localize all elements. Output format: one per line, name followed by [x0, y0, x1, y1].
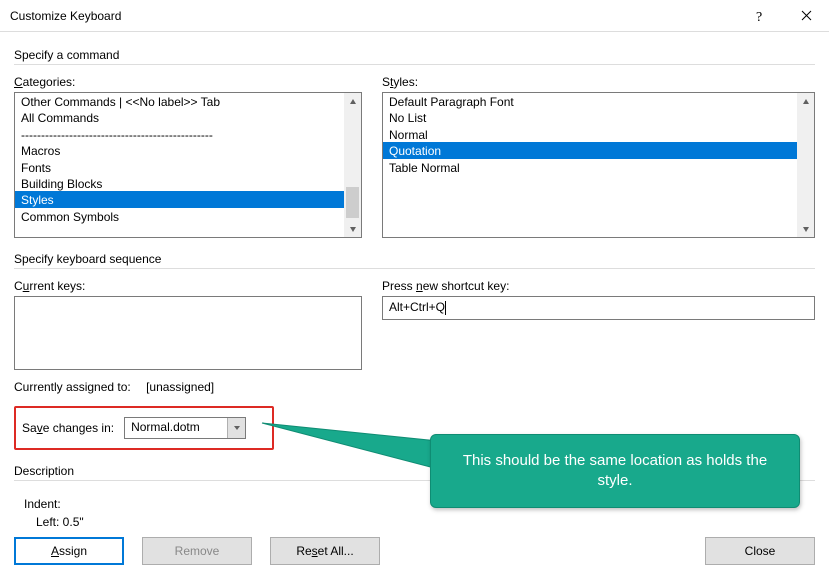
list-item[interactable]: Normal	[383, 126, 797, 142]
combo-arrow[interactable]	[227, 418, 245, 438]
remove-button[interactable]: Remove	[142, 537, 252, 565]
scroll-thumb	[799, 110, 812, 220]
divider	[14, 268, 815, 269]
list-item[interactable]: Styles	[15, 191, 344, 207]
list-item[interactable]: Common Symbols	[15, 208, 344, 224]
scroll-thumb[interactable]	[346, 187, 359, 218]
help-icon: ?	[755, 9, 765, 23]
current-keys-listbox[interactable]	[14, 296, 362, 370]
save-changes-value: Normal.dotm	[125, 418, 227, 438]
callout-arrow	[258, 419, 438, 479]
title-bar: Customize Keyboard ?	[0, 0, 829, 32]
save-changes-label: Save changes in:	[22, 421, 114, 435]
list-item[interactable]: Building Blocks	[15, 175, 344, 191]
reset-all-button[interactable]: Reset All...	[270, 537, 380, 565]
list-item[interactable]: Fonts	[15, 159, 344, 175]
save-changes-combo[interactable]: Normal.dotm	[124, 417, 246, 439]
scroll-down-button[interactable]	[344, 220, 361, 237]
list-item[interactable]: Macros	[15, 142, 344, 158]
text-cursor	[445, 301, 446, 315]
help-button[interactable]: ?	[737, 0, 783, 32]
close-icon	[801, 10, 812, 21]
categories-listbox[interactable]: Other Commands | <<No label>> TabAll Com…	[14, 92, 362, 238]
list-item[interactable]: Table Normal	[383, 159, 797, 175]
currently-assigned-value: [unassigned]	[146, 380, 214, 394]
scroll-up-button[interactable]	[344, 93, 361, 110]
list-item[interactable]: No List	[383, 109, 797, 125]
indent-left-value: Left: 0.5"	[24, 513, 815, 531]
window-title: Customize Keyboard	[10, 9, 737, 23]
list-item[interactable]: Quotation	[383, 142, 797, 158]
styles-listbox[interactable]: Default Paragraph FontNo ListNormalQuota…	[382, 92, 815, 238]
annotation-callout: This should be the same location as hold…	[430, 434, 800, 508]
save-changes-highlight: Save changes in: Normal.dotm	[14, 406, 274, 450]
dialog-button-row: Assign Remove Reset All... Close	[14, 537, 815, 565]
close-window-button[interactable]	[783, 0, 829, 32]
svg-text:?: ?	[756, 10, 762, 23]
divider	[14, 64, 815, 65]
callout-text: This should be the same location as hold…	[447, 451, 783, 491]
scroll-up-button[interactable]	[797, 93, 814, 110]
press-new-label: Press new shortcut key:	[382, 279, 815, 293]
new-shortcut-value: Alt+Ctrl+Q	[389, 300, 445, 314]
scroll-down-button[interactable]	[797, 220, 814, 237]
assign-button[interactable]: Assign	[14, 537, 124, 565]
scrollbar[interactable]	[797, 93, 814, 237]
list-item[interactable]: All Commands	[15, 109, 344, 125]
specify-command-header: Specify a command	[14, 48, 815, 62]
new-shortcut-input[interactable]: Alt+Ctrl+Q	[382, 296, 815, 320]
chevron-down-icon	[233, 424, 241, 432]
scrollbar[interactable]	[344, 93, 361, 237]
styles-label: Styles:	[382, 75, 815, 89]
current-keys-label: Current keys:	[14, 279, 362, 293]
list-item[interactable]: ----------------------------------------…	[15, 126, 344, 142]
specify-sequence-header: Specify keyboard sequence	[14, 252, 815, 266]
list-item[interactable]: Default Paragraph Font	[383, 93, 797, 109]
currently-assigned-label: Currently assigned to:	[14, 380, 131, 394]
list-item[interactable]: Other Commands | <<No label>> Tab	[15, 93, 344, 109]
close-button[interactable]: Close	[705, 537, 815, 565]
categories-label: Categories:	[14, 75, 362, 89]
